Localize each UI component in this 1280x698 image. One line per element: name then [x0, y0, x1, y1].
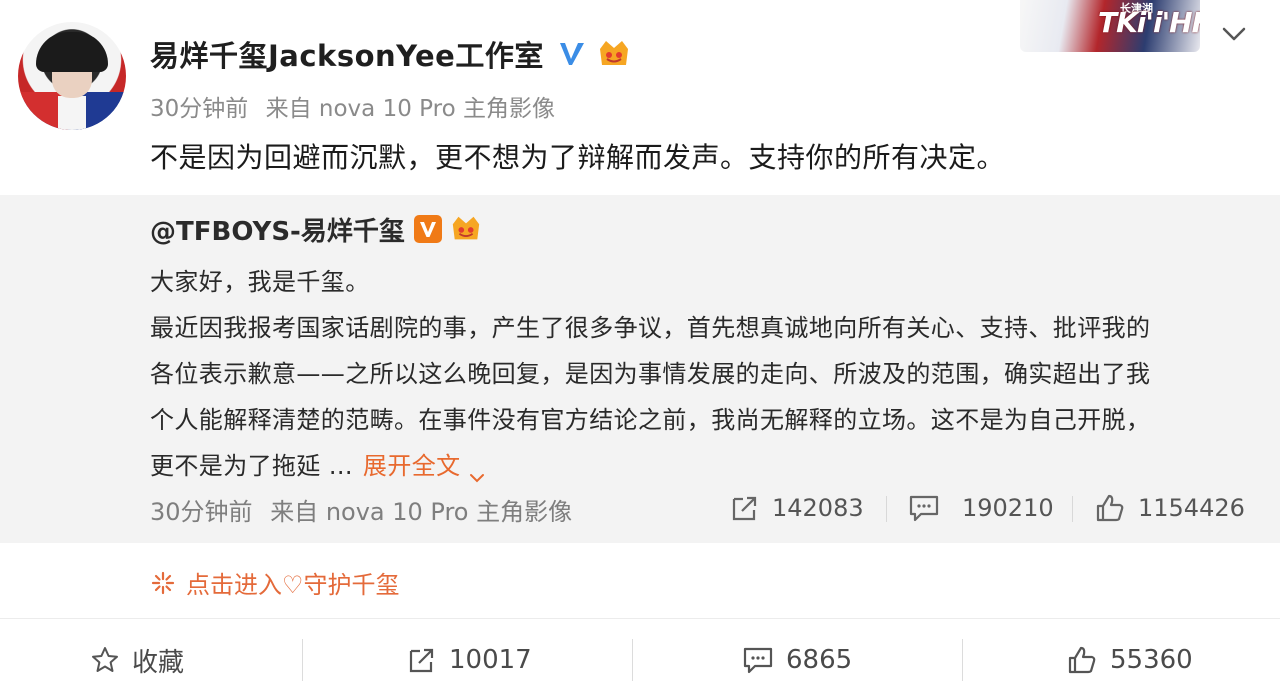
post-header: 易烊千玺JacksonYee工作室 30分钟前 来自 nova 10 Pro 主…	[0, 0, 1280, 195]
repost-like-count: 1154426	[1138, 494, 1245, 522]
guard-link[interactable]: 点击进入♡守护千玺	[150, 565, 400, 600]
post-text: 不是因为回避而沉默，更不想为了辩解而发声。支持你的所有决定。	[150, 141, 1006, 174]
crown-badge-icon	[596, 37, 632, 71]
comment-icon	[743, 647, 773, 674]
repost-time: 30分钟前	[150, 498, 253, 526]
reposted-weibo[interactable]: @TFBOYS-易烊千玺 大家好，我是千玺。 最近因我报考国家话剧院的事，产生了…	[0, 195, 1280, 543]
repost-source[interactable]: 来自 nova 10 Pro 主角影像	[270, 498, 572, 526]
repost-body: 大家好，我是千玺。 最近因我报考国家话剧院的事，产生了很多争议，首先想真诚地向所…	[150, 259, 1250, 489]
thumbs-up-icon	[1096, 494, 1124, 522]
action-bar: 收藏 10017 6865 55360	[0, 618, 1280, 698]
comment-icon	[909, 495, 939, 522]
sparkle-icon	[151, 571, 175, 594]
divider	[962, 639, 963, 681]
verified-v-icon	[556, 38, 588, 70]
comment-button[interactable]: 6865	[742, 641, 852, 679]
crown-badge-icon	[449, 213, 483, 245]
divider	[886, 496, 887, 522]
post-source[interactable]: 来自 nova 10 Pro 主角影像	[266, 96, 555, 122]
guard-link-label: 点击进入♡守护千玺	[186, 571, 400, 599]
repost-footer: 30分钟前 来自 nova 10 Pro 主角影像 142083 190210 …	[150, 488, 1250, 528]
favorite-button[interactable]: 收藏	[90, 641, 184, 679]
repost-last-line: 更不是为了拖延 ... 展开全文	[150, 443, 1250, 489]
comment-count: 6865	[786, 645, 853, 675]
repost-comment-stat[interactable]: 190210	[908, 488, 1054, 528]
favorite-label: 收藏	[132, 647, 185, 678]
repost-count: 10017	[449, 645, 532, 675]
divider	[1072, 496, 1073, 522]
expand-full-text-link[interactable]: 展开全文	[362, 452, 487, 483]
username[interactable]: 易烊千玺JacksonYee工作室	[150, 33, 544, 75]
repost-share-count: 142083	[772, 494, 864, 522]
repost-line: 大家好，我是千玺。	[150, 268, 370, 296]
thumbs-up-icon	[1068, 646, 1096, 674]
divider	[632, 639, 633, 681]
like-button[interactable]: 55360	[1066, 641, 1193, 679]
repost-meta: 30分钟前 来自 nova 10 Pro 主角影像	[150, 492, 572, 527]
post-time: 30分钟前	[150, 96, 249, 122]
repost-like-stat[interactable]: 1154426	[1094, 488, 1245, 528]
repost-line: 更不是为了拖延 ...	[150, 452, 353, 480]
repost-handle[interactable]: @TFBOYS-易烊千玺	[150, 211, 405, 248]
star-icon	[92, 647, 118, 672]
verified-orange-v-icon	[413, 214, 443, 244]
repost-button[interactable]: 10017	[405, 641, 532, 679]
chevron-down-icon[interactable]	[1218, 20, 1250, 48]
avatar[interactable]	[18, 22, 126, 130]
banner-text: TKi'i'HFS	[1098, 6, 1200, 39]
repost-comment-count: 190210	[962, 494, 1054, 522]
repost-line: 个人能解释清楚的范畴。在事件没有官方结论之前，我尚无解释的立场。这不是为自己开脱…	[150, 406, 1151, 434]
topic-link-row: 点击进入♡守护千玺	[0, 543, 1280, 618]
author-row: 易烊千玺JacksonYee工作室	[150, 34, 632, 74]
event-banner[interactable]: 长津湖 TKi'i'HFS	[1020, 0, 1200, 52]
like-count: 55360	[1110, 645, 1193, 675]
repost-author-row: @TFBOYS-易烊千玺	[150, 209, 483, 249]
repost-line: 各位表示歉意——之所以这么晚回复，是因为事情发展的走向、所波及的范围，确实超出了…	[150, 360, 1151, 388]
post-meta: 30分钟前 来自 nova 10 Pro 主角影像	[150, 89, 555, 123]
share-icon	[409, 648, 434, 673]
repost-line: 最近因我报考国家话剧院的事，产生了很多争议，首先想真诚地向所有关心、支持、批评我…	[150, 314, 1151, 342]
expand-label: 展开全文	[362, 452, 461, 480]
share-icon	[732, 496, 757, 521]
divider	[302, 639, 303, 681]
repost-share-stat[interactable]: 142083	[728, 488, 864, 528]
chevron-down-icon	[467, 457, 487, 483]
